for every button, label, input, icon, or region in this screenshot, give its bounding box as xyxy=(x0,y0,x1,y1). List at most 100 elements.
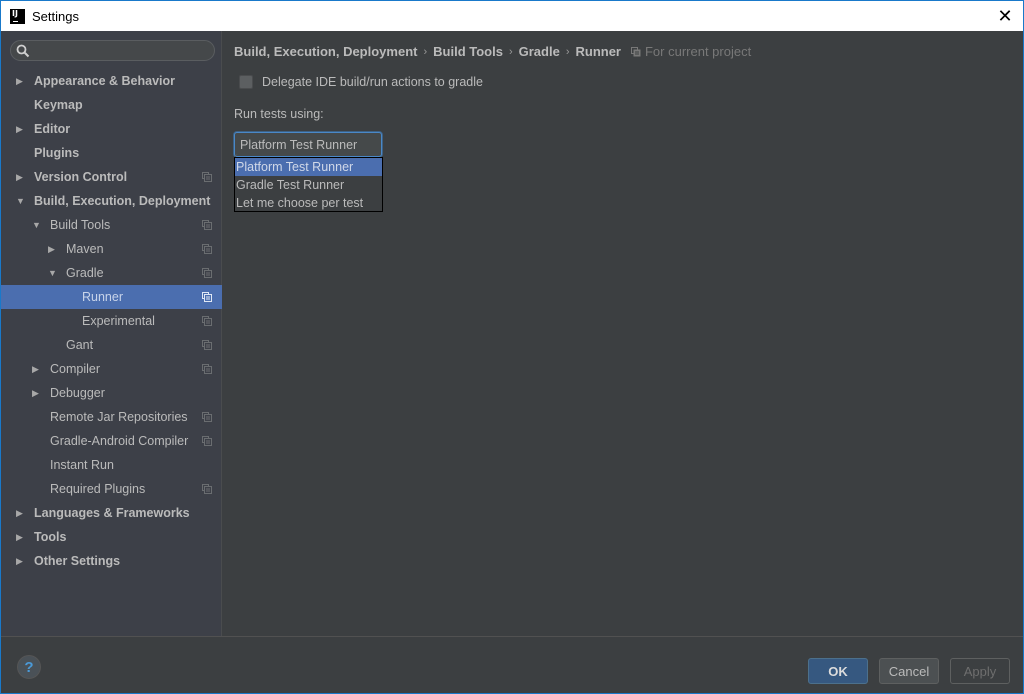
sidebar-item-experimental[interactable]: Experimental xyxy=(1,309,222,333)
breadcrumb-item: Build, Execution, Deployment xyxy=(234,44,418,59)
project-scope-icon xyxy=(202,316,212,326)
sidebar-item-label: Appearance & Behavior xyxy=(34,74,176,88)
search-icon xyxy=(16,44,30,58)
sidebar-item-label: Version Control xyxy=(34,170,128,184)
project-scope-icon xyxy=(202,292,212,302)
sidebar-item-plugins[interactable]: Plugins xyxy=(1,141,222,165)
dialog-footer: ? OK Cancel Apply xyxy=(1,636,1023,693)
dropdown-option-gradle-test-runner[interactable]: Gradle Test Runner xyxy=(235,176,382,194)
close-icon: ✕ xyxy=(997,5,1013,26)
settings-search-input[interactable] xyxy=(10,40,215,61)
sidebar-item-instant-run[interactable]: Instant Run xyxy=(1,453,222,477)
expand-arrow-right-icon[interactable]: ▶ xyxy=(16,501,26,525)
expand-arrow-right-icon[interactable]: ▶ xyxy=(16,165,26,189)
sidebar-item-compiler[interactable]: ▶ Compiler xyxy=(1,357,222,381)
apply-button[interactable]: Apply xyxy=(950,658,1010,684)
sidebar-item-label: Instant Run xyxy=(50,458,114,472)
delegate-option: Delegate IDE build/run actions to gradle xyxy=(239,75,483,89)
sidebar-item-editor[interactable]: ▶ Editor xyxy=(1,117,222,141)
expand-arrow-right-icon[interactable]: ▶ xyxy=(16,117,26,141)
expand-arrow-right-icon[interactable]: ▶ xyxy=(32,357,42,381)
expand-arrow-down-icon[interactable]: ▼ xyxy=(32,213,42,237)
sidebar-item-label: Build Tools xyxy=(50,218,111,232)
sidebar-item-gradle-android-compiler[interactable]: Gradle-Android Compiler xyxy=(1,429,222,453)
sidebar-item-label: Required Plugins xyxy=(50,482,146,496)
expand-arrow-right-icon[interactable]: ▶ xyxy=(16,69,26,93)
sidebar-item-label: Maven xyxy=(66,242,104,256)
expand-arrow-right-icon[interactable]: ▶ xyxy=(16,525,26,549)
sidebar-item-build-execution-deployment[interactable]: ▼ Build, Execution, Deployment xyxy=(1,189,222,213)
project-scope-icon xyxy=(202,340,212,350)
sidebar-item-label: Plugins xyxy=(34,146,80,160)
sidebar-item-label: Tools xyxy=(34,530,67,544)
sidebar-item-build-tools[interactable]: ▼ Build Tools xyxy=(1,213,222,237)
delegate-checkbox[interactable] xyxy=(239,75,253,89)
project-scope-icon xyxy=(202,244,212,254)
breadcrumb: Build, Execution, Deployment › Build Too… xyxy=(234,44,751,59)
sidebar-item-label: Languages & Frameworks xyxy=(34,506,190,520)
ok-button[interactable]: OK xyxy=(808,658,868,684)
settings-sidebar: ▶ Appearance & Behavior Keymap ▶ Editor Plugi… xyxy=(1,31,222,636)
sidebar-item-maven[interactable]: ▶ Maven xyxy=(1,237,222,261)
sidebar-item-appearance-behavior[interactable]: ▶ Appearance & Behavior xyxy=(1,69,222,93)
breadcrumb-separator: › xyxy=(565,45,570,58)
project-scope-icon xyxy=(202,172,212,182)
sidebar-item-debugger[interactable]: ▶ Debugger xyxy=(1,381,222,405)
settings-window: IJ Settings ✕ ▶ Appearance & Behavior Keym… xyxy=(0,0,1024,694)
sidebar-item-label: Runner xyxy=(82,290,123,304)
sidebar-item-other-settings[interactable]: ▶ Other Settings xyxy=(1,549,222,573)
breadcrumb-item: Runner xyxy=(575,44,621,59)
expand-arrow-down-icon[interactable]: ▼ xyxy=(48,261,58,285)
combobox-value: Platform Test Runner xyxy=(240,137,358,152)
project-scope-icon xyxy=(202,412,212,422)
expand-arrow-down-icon[interactable]: ▼ xyxy=(16,189,26,213)
sidebar-item-label: Editor xyxy=(34,122,71,136)
expand-arrow-right-icon[interactable]: ▶ xyxy=(32,381,42,405)
breadcrumb-item: Gradle xyxy=(518,44,560,59)
project-scope-icon xyxy=(202,268,212,278)
breadcrumb-separator: › xyxy=(423,45,428,58)
title-bar: IJ Settings ✕ xyxy=(1,1,1023,31)
sidebar-item-label: Build, Execution, Deployment xyxy=(34,194,211,208)
sidebar-item-version-control[interactable]: ▶ Version Control xyxy=(1,165,222,189)
sidebar-item-label: Debugger xyxy=(50,386,105,400)
settings-tree: ▶ Appearance & Behavior Keymap ▶ Editor Plugi… xyxy=(1,69,222,573)
window-title: Settings xyxy=(32,8,79,24)
project-scope-icon xyxy=(202,436,212,446)
sidebar-item-tools[interactable]: ▶ Tools xyxy=(1,525,222,549)
sidebar-item-languages-frameworks[interactable]: ▶ Languages & Frameworks xyxy=(1,501,222,525)
sidebar-item-keymap[interactable]: Keymap xyxy=(1,93,222,117)
breadcrumb-separator: › xyxy=(508,45,513,58)
sidebar-item-label: Keymap xyxy=(34,98,83,112)
close-button[interactable]: ✕ xyxy=(995,6,1015,26)
sidebar-item-label: Gradle xyxy=(66,266,104,280)
sidebar-item-remote-jar-repositories[interactable]: Remote Jar Repositories xyxy=(1,405,222,429)
dropdown-option-platform-test-runner[interactable]: Platform Test Runner xyxy=(235,158,382,176)
sidebar-item-gradle[interactable]: ▼ Gradle xyxy=(1,261,222,285)
sidebar-item-label: Gant xyxy=(66,338,94,352)
project-scope-icon xyxy=(202,364,212,374)
project-scope-indicator: For current project xyxy=(630,44,751,59)
cancel-button[interactable]: Cancel xyxy=(879,658,939,684)
sidebar-item-label: Other Settings xyxy=(34,554,121,568)
delegate-checkbox-label[interactable]: Delegate IDE build/run actions to gradle xyxy=(262,75,483,89)
run-tests-combobox[interactable]: Platform Test Runner ▼ xyxy=(234,132,382,177)
run-tests-dropdown-list: Platform Test Runner Gradle Test Runner … xyxy=(234,157,383,212)
run-tests-label: Run tests using: xyxy=(234,107,324,121)
expand-arrow-right-icon[interactable]: ▶ xyxy=(48,237,58,261)
sidebar-item-runner[interactable]: Runner xyxy=(1,285,222,309)
project-scope-icon xyxy=(630,46,641,56)
sidebar-item-label: Remote Jar Repositories xyxy=(50,410,188,424)
sidebar-item-gant[interactable]: Gant xyxy=(1,333,222,357)
settings-content: Build, Execution, Deployment › Build Too… xyxy=(223,31,1023,636)
project-scope-icon xyxy=(202,484,212,494)
help-button[interactable]: ? xyxy=(17,655,41,679)
sidebar-item-label: Compiler xyxy=(50,362,101,376)
dropdown-option-choose-per-test[interactable]: Let me choose per test xyxy=(235,194,382,212)
sidebar-item-required-plugins[interactable]: Required Plugins xyxy=(1,477,222,501)
help-icon: ? xyxy=(24,658,34,676)
expand-arrow-right-icon[interactable]: ▶ xyxy=(16,549,26,573)
breadcrumb-item: Build Tools xyxy=(433,44,503,59)
project-scope-icon xyxy=(202,220,212,230)
sidebar-item-label: Experimental xyxy=(82,314,155,328)
